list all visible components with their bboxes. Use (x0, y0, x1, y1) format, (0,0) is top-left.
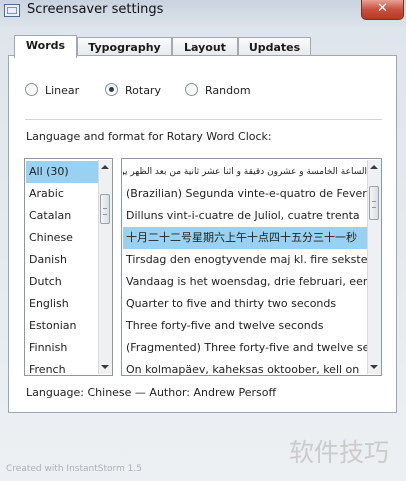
language-item[interactable]: Arabic (26, 183, 99, 205)
settings-window: Screensaver settings ✕ Words Typography … (0, 0, 406, 481)
tab-updates[interactable]: Updates (238, 37, 311, 57)
close-button[interactable]: ✕ (361, 0, 404, 20)
radio-circle (25, 83, 38, 96)
format-item[interactable]: الساعة الخامسة و عشرون دقيقة و اثنا عشر … (123, 161, 367, 183)
language-item-all[interactable]: All (30) (26, 161, 99, 183)
language-author-info: Language: Chinese — Author: Andrew Perso… (26, 386, 277, 399)
format-item[interactable]: Three forty-five and twelve seconds (123, 315, 367, 337)
language-item[interactable]: Estonian (26, 315, 99, 337)
language-item[interactable]: Catalan (26, 205, 99, 227)
format-item[interactable]: Vandaag is het woensdag, drie februari, … (123, 271, 367, 293)
format-item[interactable]: (Brazilian) Segunda vinte-e-quatro de Fe… (123, 183, 367, 205)
radio-circle-selected (105, 83, 118, 96)
title-bar[interactable]: Screensaver settings ✕ (0, 0, 406, 22)
format-item[interactable]: Dilluns vint-i-cuatre de Juliol, cuatre … (123, 205, 367, 227)
radio-label: Linear (45, 84, 80, 97)
scroll-up-arrow-icon[interactable] (101, 165, 109, 169)
window-title: Screensaver settings (27, 2, 164, 17)
language-item[interactable]: English (26, 293, 99, 315)
format-item[interactable]: On kolmapäev, kaheksas oktoober, kell on (123, 359, 367, 375)
scroll-down-arrow-icon[interactable] (101, 365, 109, 369)
divider (25, 119, 382, 120)
language-item[interactable]: Danish (26, 249, 99, 271)
watermark: 软件技巧 (289, 438, 390, 467)
language-item[interactable]: Dutch (26, 271, 99, 293)
radio-circle (185, 83, 198, 96)
language-item[interactable]: Chinese (26, 227, 99, 249)
tab-layout[interactable]: Layout (172, 37, 238, 57)
scroll-up-arrow-icon[interactable] (370, 165, 378, 169)
radio-label: Rotary (125, 84, 161, 97)
format-item[interactable]: (Fragmented) Three forty-five and twelve… (123, 337, 367, 359)
format-item[interactable]: Quarter to five and thirty two seconds (123, 293, 367, 315)
language-scrollbar[interactable] (98, 160, 112, 374)
credit-text: Created with InstantStorm 1.5 (6, 464, 142, 474)
language-item[interactable]: Finnish (26, 337, 99, 359)
format-item-selected[interactable]: 十月二十二号星期六上午十点四十五分三十一秒 (123, 227, 367, 249)
format-scrollbar[interactable] (367, 160, 381, 374)
radio-label: Random (205, 84, 251, 97)
language-list[interactable]: All (30) Arabic Catalan Chinese Danish D… (24, 158, 113, 376)
scroll-thumb[interactable] (100, 194, 110, 224)
scroll-down-arrow-icon[interactable] (370, 365, 378, 369)
language-item[interactable]: French (26, 359, 99, 375)
language-section-label: Language and format for Rotary Word Cloc… (26, 130, 272, 143)
format-list[interactable]: الساعة الخامسة و عشرون دقيقة و اثنا عشر … (121, 158, 382, 376)
tab-words[interactable]: Words (14, 35, 77, 58)
tab-typography[interactable]: Typography (77, 37, 172, 57)
scroll-thumb[interactable] (369, 186, 379, 220)
app-window-icon (4, 4, 20, 17)
format-item[interactable]: Tirsdag den enogtyvende maj kl. fire sek… (123, 249, 367, 271)
